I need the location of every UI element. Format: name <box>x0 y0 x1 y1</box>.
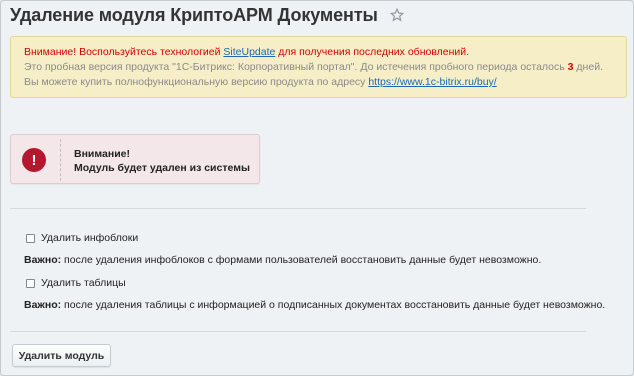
separator-top <box>10 208 586 209</box>
notice-line-1: Внимание! Воспользуйтесь технологией Sit… <box>24 45 613 60</box>
tables-hint-label: Важно: <box>24 299 62 311</box>
window-frame: Удаление модуля КриптоАРМ Документы Вним… <box>0 0 634 376</box>
delete-iblocks-checkbox[interactable] <box>26 233 35 243</box>
delete-tables-option[interactable]: Удалить таблицы <box>26 277 126 289</box>
tables-hint: Важно: после удаления таблицы с информац… <box>24 299 605 311</box>
alert-exclamation-icon: ! <box>22 148 46 172</box>
delete-iblocks-label[interactable]: Удалить инфоблоки <box>41 232 138 244</box>
trial-text-1: Это пробная версия продукта "1С-Битрикс:… <box>24 61 568 73</box>
update-notice: Внимание! Воспользуйтесь технологией Sit… <box>10 36 627 98</box>
notice-warning-prefix: Внимание! Воспользуйтесь технологией <box>24 46 224 58</box>
notice-warning-suffix: для получения последних обновлений. <box>275 46 470 58</box>
alert-text: Внимание! Модуль будет удален из системы <box>74 147 250 175</box>
iblocks-hint-text: после удаления инфоблоков с формами поль… <box>61 254 542 266</box>
page-title: Удаление модуля КриптоАРМ Документы <box>10 4 378 25</box>
alert-message: Модуль будет удален из системы <box>74 162 250 174</box>
alert-title: Внимание! <box>74 148 130 160</box>
siteupdate-link[interactable]: SiteUpdate <box>223 46 275 58</box>
delete-tables-label[interactable]: Удалить таблицы <box>41 277 126 289</box>
removal-alert: ! Внимание! Модуль будет удален из систе… <box>10 134 260 184</box>
tables-hint-text: после удаления таблицы с информацией о п… <box>61 299 606 311</box>
iblocks-hint-label: Важно: <box>24 254 62 266</box>
alert-divider <box>60 139 61 181</box>
notice-trial: Это пробная версия продукта "1С-Битрикс:… <box>24 60 613 90</box>
delete-module-button[interactable]: Удалить модуль <box>12 344 111 367</box>
delete-iblocks-option[interactable]: Удалить инфоблоки <box>26 232 138 244</box>
buy-link[interactable]: https://www.1c-bitrix.ru/buy/ <box>368 76 496 88</box>
main-panel: ! Внимание! Модуль будет удален из систе… <box>10 111 627 367</box>
star-icon[interactable] <box>389 7 405 22</box>
iblocks-hint: Важно: после удаления инфоблоков с форма… <box>24 254 541 266</box>
delete-tables-checkbox[interactable] <box>26 278 35 288</box>
title-bar: Удаление модуля КриптоАРМ Документы <box>10 4 405 26</box>
separator-bottom <box>10 331 586 332</box>
